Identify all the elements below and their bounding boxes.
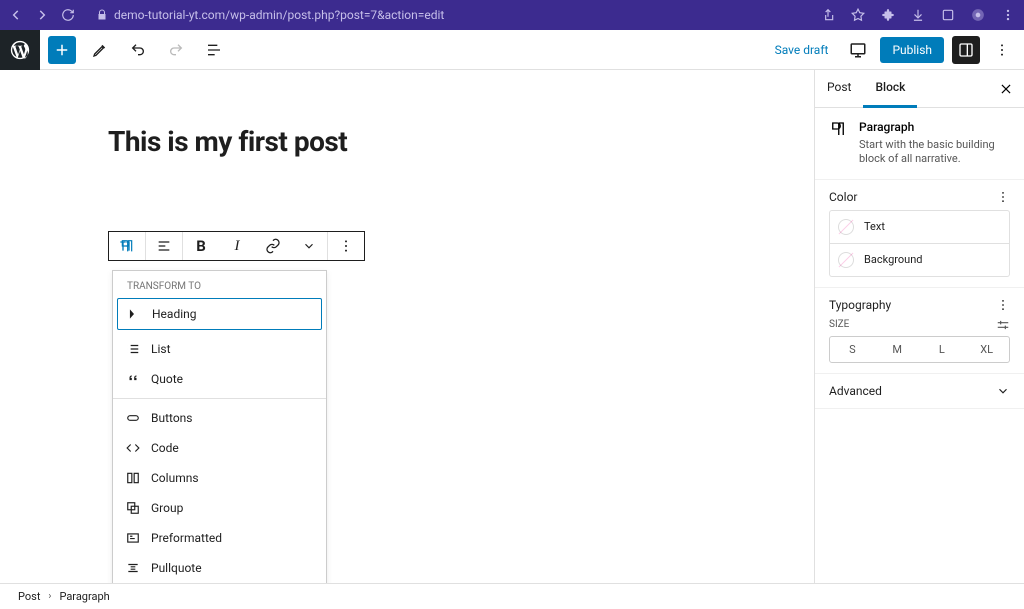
pullquote-icon [125, 560, 141, 576]
color-swatch-icon [838, 219, 854, 235]
typography-panel-header[interactable]: Typography [829, 298, 891, 312]
chevron-down-icon [996, 384, 1010, 398]
transform-item-pullquote[interactable]: Pullquote [113, 553, 326, 583]
download-icon[interactable] [910, 7, 926, 23]
block-name: Paragraph [859, 120, 1010, 134]
breadcrumb-post[interactable]: Post [18, 590, 40, 603]
browser-url-bar[interactable]: demo-tutorial-yt.com/wp-admin/post.php?p… [96, 8, 810, 22]
size-s[interactable]: S [830, 337, 875, 362]
heading-icon [126, 306, 142, 322]
divider [113, 398, 326, 399]
transform-item-label: Heading [152, 307, 197, 321]
wp-logo[interactable] [0, 30, 40, 70]
extensions-icon[interactable] [880, 7, 896, 23]
typography-options-icon[interactable] [996, 298, 1010, 312]
buttons-icon [125, 410, 141, 426]
transform-item-heading[interactable]: Heading [117, 298, 322, 330]
chevron-right-icon: › [48, 591, 51, 602]
size-xl[interactable]: XL [964, 337, 1009, 362]
code-icon [125, 440, 141, 456]
settings-sidebar: Post Block Paragraph Start with the basi… [814, 70, 1024, 583]
transform-item-label: Preformatted [151, 531, 222, 545]
transform-item-label: Columns [151, 471, 199, 485]
color-label: Text [864, 220, 885, 233]
tab-block[interactable]: Block [863, 70, 917, 108]
size-label: SIZE [829, 319, 849, 330]
transform-item-preformatted[interactable]: Preformatted [113, 523, 326, 553]
italic-button[interactable]: I [219, 232, 255, 260]
color-label: Background [864, 253, 922, 266]
editor-canvas[interactable]: This is my first post B I [0, 70, 814, 583]
bookmark-icon[interactable] [850, 7, 866, 23]
browser-reload-button[interactable] [60, 7, 76, 23]
transform-item-label: List [151, 342, 171, 356]
transform-item-label: Pullquote [151, 561, 202, 575]
breadcrumb: Post › Paragraph [0, 583, 1024, 609]
browser-back-button[interactable] [8, 7, 24, 23]
color-options-icon[interactable] [996, 190, 1010, 204]
background-color-button[interactable]: Background [829, 244, 1010, 277]
size-l[interactable]: L [920, 337, 965, 362]
block-options-button[interactable] [328, 232, 364, 260]
editor-top-toolbar: Save draft Publish [0, 30, 1024, 70]
preview-button[interactable] [844, 36, 872, 64]
columns-icon [125, 470, 141, 486]
lock-icon [96, 9, 108, 21]
options-menu-button[interactable] [988, 36, 1016, 64]
profile-icon[interactable] [970, 7, 986, 23]
publish-button[interactable]: Publish [880, 37, 944, 63]
browser-bar: demo-tutorial-yt.com/wp-admin/post.php?p… [0, 0, 1024, 30]
tab-post[interactable]: Post [815, 70, 863, 108]
quote-icon [125, 371, 141, 387]
preformatted-icon [125, 530, 141, 546]
paragraph-icon [829, 120, 847, 138]
transform-item-quote[interactable]: Quote [113, 364, 326, 394]
browser-menu-icon[interactable] [1000, 7, 1016, 23]
add-block-button[interactable] [48, 36, 76, 64]
tabs-icon[interactable] [940, 7, 956, 23]
advanced-label: Advanced [829, 384, 882, 398]
block-type-button[interactable] [109, 232, 145, 260]
transform-item-group[interactable]: Group [113, 493, 326, 523]
align-button[interactable] [146, 232, 182, 260]
post-title[interactable]: This is my first post [108, 125, 774, 158]
size-settings-icon[interactable] [996, 318, 1010, 332]
undo-button[interactable] [124, 36, 152, 64]
edit-mode-button[interactable] [86, 36, 114, 64]
transform-item-label: Code [151, 441, 179, 455]
transform-item-buttons[interactable]: Buttons [113, 403, 326, 433]
size-m[interactable]: M [875, 337, 920, 362]
bold-button[interactable]: B [183, 232, 219, 260]
transform-item-columns[interactable]: Columns [113, 463, 326, 493]
link-button[interactable] [255, 232, 291, 260]
transform-item-code[interactable]: Code [113, 433, 326, 463]
group-icon [125, 500, 141, 516]
font-size-picker: S M L XL [829, 336, 1010, 363]
browser-url-text: demo-tutorial-yt.com/wp-admin/post.php?p… [114, 8, 444, 22]
document-overview-button[interactable] [200, 36, 228, 64]
block-toolbar: B I [108, 231, 365, 261]
close-settings-button[interactable] [994, 77, 1018, 101]
block-info: Paragraph Start with the basic building … [815, 108, 1024, 180]
transform-item-label: Buttons [151, 411, 193, 425]
share-icon[interactable] [820, 7, 836, 23]
transform-item-list[interactable]: List [113, 334, 326, 364]
settings-sidebar-toggle[interactable] [952, 36, 980, 64]
transform-label: TRANSFORM TO [113, 271, 326, 298]
transform-item-label: Group [151, 501, 183, 515]
more-rich-text-button[interactable] [291, 232, 327, 260]
redo-button[interactable] [162, 36, 190, 64]
breadcrumb-paragraph[interactable]: Paragraph [59, 590, 109, 603]
advanced-panel-toggle[interactable]: Advanced [829, 384, 1010, 398]
color-swatch-icon [838, 252, 854, 268]
block-description: Start with the basic building block of a… [859, 138, 1010, 167]
text-color-button[interactable]: Text [829, 210, 1010, 244]
browser-forward-button[interactable] [34, 7, 50, 23]
transform-menu: TRANSFORM TO Heading List Quote Buttons … [112, 270, 327, 583]
save-draft-button[interactable]: Save draft [767, 43, 837, 57]
transform-item-label: Quote [151, 372, 183, 386]
list-icon [125, 341, 141, 357]
color-panel-header[interactable]: Color [829, 190, 857, 204]
